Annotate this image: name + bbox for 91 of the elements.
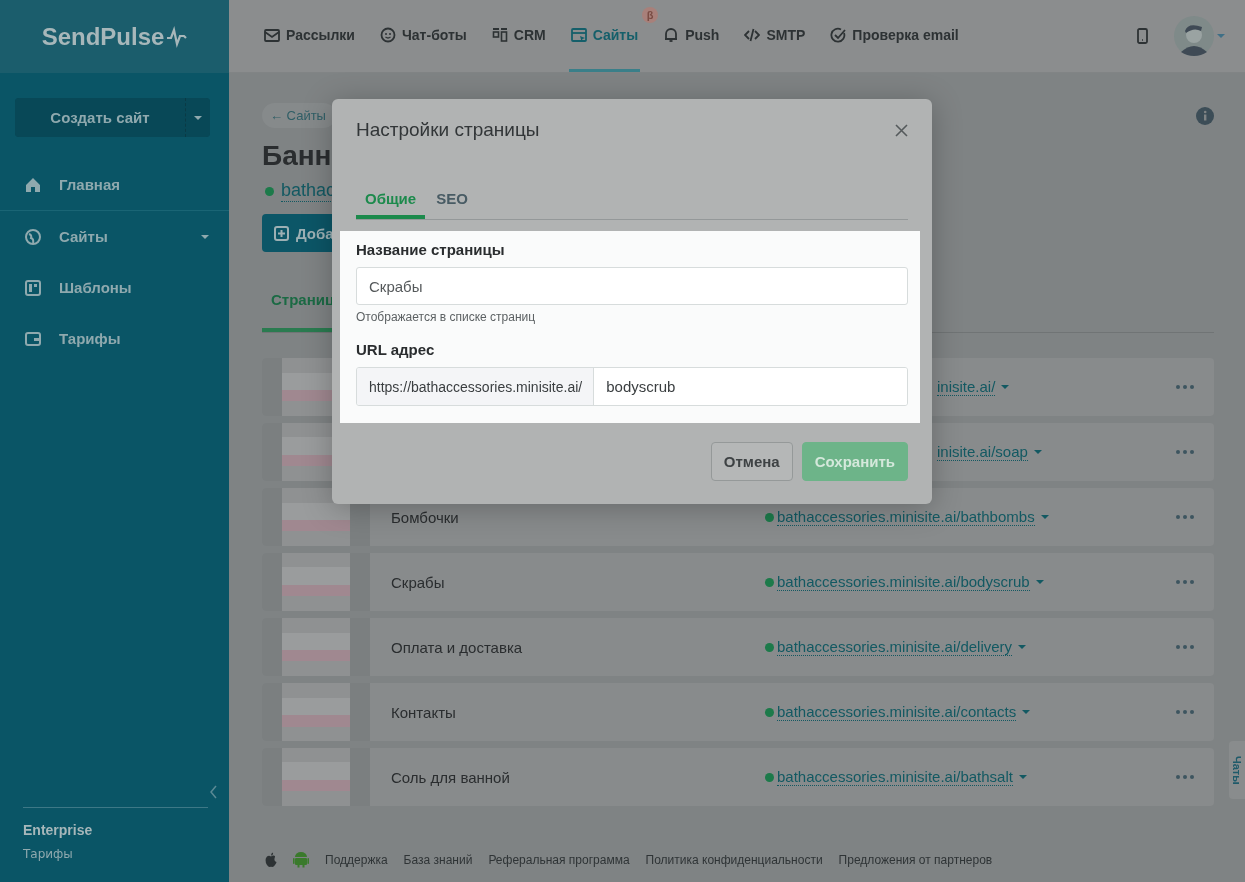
globe-icon: [25, 228, 41, 245]
status-dot: [765, 772, 774, 782]
page-link[interactable]: bathaccessories.minisite.ai/bathbombs: [777, 508, 1035, 526]
sidebar-item[interactable]: Тарифы: [0, 313, 229, 364]
status-dot: [265, 186, 274, 196]
caret-icon: [1018, 645, 1027, 649]
plan-link[interactable]: Тарифы: [23, 847, 73, 861]
status-dot: [765, 577, 774, 587]
page-thumbnail: [282, 618, 350, 676]
avatar-icon[interactable]: [1174, 16, 1214, 56]
save-button[interactable]: Сохранить: [801, 442, 908, 481]
android-icon: [293, 851, 309, 868]
more-icon[interactable]: [1176, 580, 1194, 584]
nav-tab[interactable]: SMTP: [742, 0, 808, 72]
status-dot: [765, 642, 774, 652]
plus-square-icon: [274, 225, 289, 241]
info-icon: [1196, 106, 1214, 125]
page-link[interactable]: bathaccessories.minisite.ai/delivery: [777, 638, 1013, 656]
browser-icon: [570, 26, 587, 43]
nav-tab[interactable]: Push: [661, 0, 722, 72]
page-thumbnail: [282, 488, 350, 546]
sidebar-item[interactable]: Главная: [0, 159, 229, 210]
chat-icon: [380, 26, 396, 43]
more-icon[interactable]: [1176, 710, 1194, 714]
sidebar-item-label: Сайты: [59, 228, 109, 245]
more-icon[interactable]: [1176, 775, 1194, 779]
page-thumbnail: [282, 683, 350, 741]
dropdown-button[interactable]: [185, 98, 210, 137]
page-link[interactable]: bathaccessories.minisite.ai/bodyscrub: [777, 573, 1030, 591]
close-icon[interactable]: [895, 123, 908, 137]
cancel-button[interactable]: Отмена: [710, 442, 793, 481]
nav-tab[interactable]: Чат-боты: [378, 0, 469, 72]
modal-title: Настройки страницы: [356, 119, 540, 141]
more-icon[interactable]: [1176, 385, 1194, 389]
bell-icon: [663, 26, 680, 43]
caret-icon: [1033, 450, 1042, 454]
columns-icon: [491, 26, 508, 43]
page-name: Оплата и доставка: [390, 638, 524, 656]
sidebar-item-label: Тарифы: [59, 330, 122, 347]
sidebar-item-label: Шаблоны: [59, 279, 133, 296]
nav-tab[interactable]: Проверка email: [828, 0, 961, 72]
caret-icon: [1001, 385, 1010, 389]
modal-tab[interactable]: Общие: [356, 165, 426, 219]
phone-icon[interactable]: [1137, 28, 1148, 44]
chevron-left-icon[interactable]: [209, 785, 218, 799]
page-link[interactable]: inisite.ai/: [937, 378, 996, 396]
home-icon: [25, 176, 41, 193]
sidebar-item-label: Главная: [59, 176, 121, 193]
modal-tab[interactable]: SEO: [427, 165, 477, 219]
caret-icon: [1035, 580, 1044, 584]
page-link[interactable]: inisite.ai/soap: [937, 443, 1028, 461]
footer-link[interactable]: Поддержка: [325, 852, 388, 867]
page-title: Банн: [262, 140, 332, 172]
plan-name: Enterprise: [23, 822, 94, 838]
page-thumbnail: [282, 553, 350, 611]
mail-icon: [264, 26, 280, 43]
page-thumbnail: [282, 748, 350, 806]
field-label: Название страницы: [356, 241, 506, 258]
page-name: Соль для ванной: [390, 768, 511, 786]
footer-link[interactable]: Политика конфиденциальности: [645, 852, 823, 867]
footer-link[interactable]: Предложения от партнеров: [838, 852, 993, 867]
caret-icon: [1018, 775, 1027, 779]
layout-icon: [25, 279, 41, 296]
page-link[interactable]: bathaccessories.minisite.ai/contacts: [777, 703, 1017, 721]
status-dot: [765, 707, 774, 717]
check-circle-icon: [830, 26, 847, 43]
pulse-icon: [166, 25, 188, 48]
sidebar-item[interactable]: Сайты: [0, 211, 229, 262]
nav-tab[interactable]: CRM: [489, 0, 548, 72]
field-hint: Отображается в списке страниц: [356, 310, 537, 324]
page-name-field[interactable]: Скрабы: [356, 267, 908, 305]
page-name: Скрабы: [390, 573, 446, 591]
wallet-icon: [25, 330, 41, 347]
page-name: Контакты: [390, 703, 457, 721]
chat-tab[interactable]: Чаты: [1229, 741, 1245, 799]
more-icon[interactable]: [1176, 515, 1194, 519]
caret-icon: [1040, 515, 1049, 519]
more-icon[interactable]: [1176, 450, 1194, 454]
caret-icon: [1022, 710, 1031, 714]
sidebar-item[interactable]: Шаблоны: [0, 262, 229, 313]
apple-icon: [264, 851, 277, 868]
nav-tab[interactable]: Рассылки: [262, 0, 357, 72]
footer-link[interactable]: База знаний: [403, 852, 473, 867]
field-label: URL адрес: [356, 341, 436, 358]
page-link[interactable]: bathaccessories.minisite.ai/bathsalt: [777, 768, 1013, 786]
page-name: Бомбочки: [390, 508, 460, 526]
caret-icon: [1217, 34, 1225, 38]
code-icon: [744, 26, 761, 43]
status-dot: [765, 512, 774, 522]
more-icon[interactable]: [1176, 645, 1194, 649]
footer-link[interactable]: Реферальная программа: [488, 852, 630, 867]
